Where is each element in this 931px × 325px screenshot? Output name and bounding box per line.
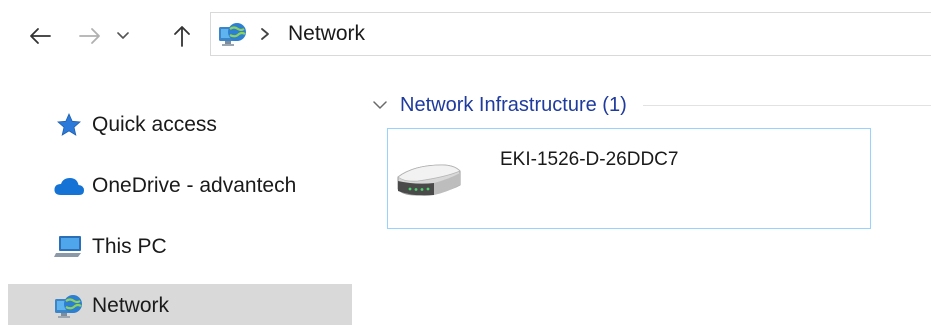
group-divider bbox=[642, 104, 931, 106]
breadcrumb-network[interactable]: Network bbox=[288, 22, 365, 46]
network-device-item[interactable]: EKI-1526-D-26DDC7 bbox=[387, 128, 871, 229]
group-header-network-infrastructure[interactable]: Network Infrastructure (1) bbox=[368, 88, 931, 122]
cloud-icon bbox=[52, 171, 86, 201]
sidebar-item-onedrive[interactable]: OneDrive - advantech bbox=[8, 164, 352, 208]
network-icon bbox=[216, 17, 250, 51]
group-title: Network Infrastructure (1) bbox=[400, 93, 627, 116]
sidebar-item-label: This PC bbox=[92, 235, 167, 258]
chevron-right-icon[interactable] bbox=[260, 24, 274, 44]
sidebar-item-label: Quick access bbox=[92, 113, 217, 136]
network-icon bbox=[52, 291, 86, 321]
router-icon bbox=[394, 151, 464, 207]
file-explorer-window: Network Quick access OneDrive - advantec… bbox=[0, 0, 931, 325]
arrow-left-icon bbox=[30, 28, 51, 44]
sidebar-item-label: Network bbox=[92, 294, 170, 317]
chevron-down-icon[interactable] bbox=[370, 95, 390, 115]
back-button[interactable] bbox=[20, 16, 60, 56]
navigation-bar: Network bbox=[0, 0, 931, 68]
address-bar[interactable]: Network bbox=[210, 12, 931, 56]
sidebar-item-label: OneDrive - advantech bbox=[92, 174, 297, 197]
recent-locations-button[interactable] bbox=[112, 16, 134, 56]
computer-icon bbox=[52, 232, 86, 262]
chevron-down-icon bbox=[117, 32, 129, 39]
forward-button[interactable] bbox=[70, 16, 110, 56]
sidebar-item-this-pc[interactable]: This PC bbox=[8, 225, 352, 269]
arrow-right-icon bbox=[79, 28, 100, 44]
navigation-pane: Quick access OneDrive - advantech This P… bbox=[0, 68, 360, 325]
sidebar-item-network[interactable]: Network bbox=[8, 284, 352, 325]
up-button[interactable] bbox=[164, 16, 200, 56]
star-icon bbox=[52, 110, 86, 140]
arrow-up-icon bbox=[174, 26, 190, 47]
device-name: EKI-1526-D-26DDC7 bbox=[500, 149, 679, 170]
sidebar-item-quick-access[interactable]: Quick access bbox=[8, 103, 352, 147]
